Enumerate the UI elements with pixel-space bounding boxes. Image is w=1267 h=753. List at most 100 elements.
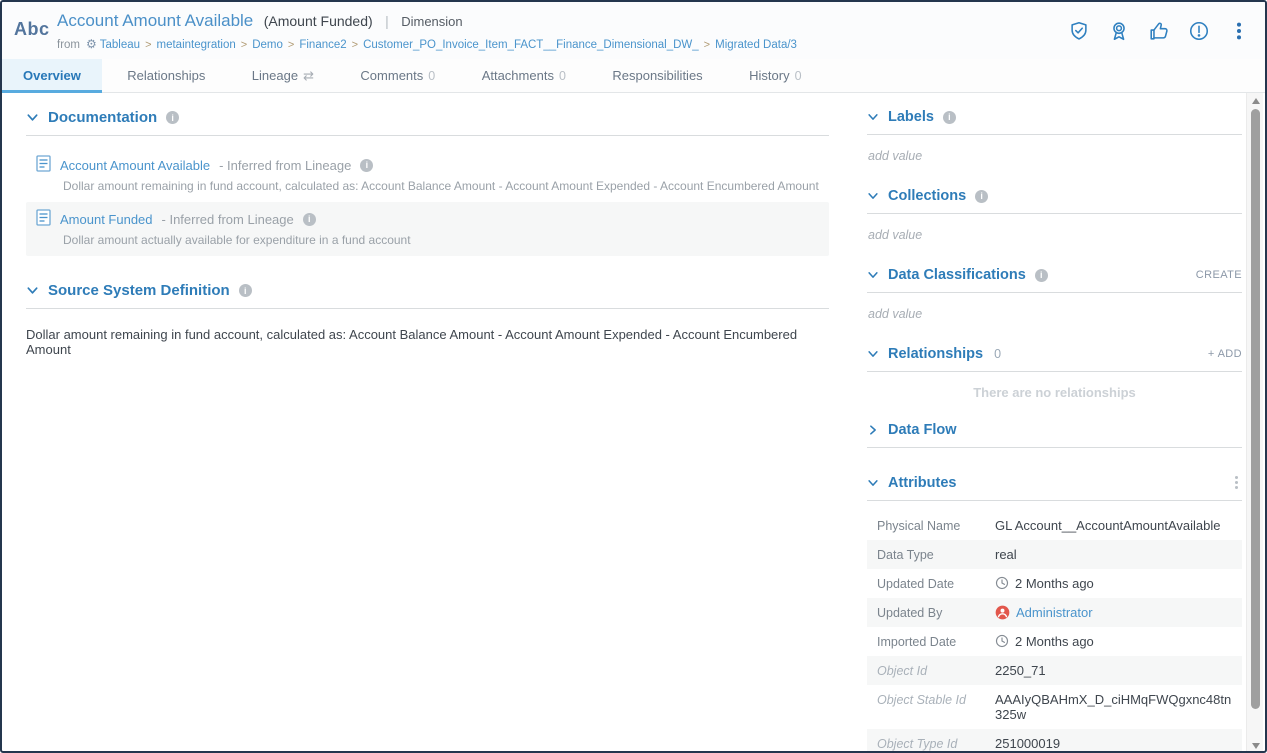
info-icon[interactable] xyxy=(239,284,252,297)
breadcrumb-item-demo[interactable]: Demo xyxy=(252,39,283,51)
add-relationship-button[interactable]: + ADD xyxy=(1208,348,1242,360)
tab-count: 0 xyxy=(559,69,566,83)
chevron-right-icon xyxy=(867,424,879,436)
table-row: Data Type real xyxy=(867,540,1242,569)
info-icon[interactable] xyxy=(360,159,373,172)
info-icon[interactable] xyxy=(303,213,316,226)
labels-title: Labels xyxy=(888,109,934,125)
tab-comments[interactable]: Comments0 xyxy=(339,59,456,93)
app-window: Abc Account Amount Available (Amount Fun… xyxy=(0,0,1267,753)
breadcrumb-separator: > xyxy=(145,39,151,51)
labels-section-header[interactable]: Labels xyxy=(867,109,1242,135)
updated-by-link[interactable]: Administrator xyxy=(1016,605,1093,620)
attributes-title: Attributes xyxy=(888,475,956,491)
tab-history[interactable]: History0 xyxy=(728,59,822,93)
tab-count: 0 xyxy=(795,69,802,83)
relationships-title: Relationships xyxy=(888,346,983,362)
attribute-label: Updated Date xyxy=(877,576,995,591)
tab-responsibilities[interactable]: Responsibilities xyxy=(591,59,723,93)
table-row: Object Stable Id AAAIyQBAHmX_D_ciHMqFWQg… xyxy=(867,685,1242,729)
table-row: Object Id 2250_71 xyxy=(867,656,1242,685)
attribute-value: 2250_71 xyxy=(995,663,1046,678)
attribute-value: 2 Months ago xyxy=(1015,576,1094,591)
attribute-label: Object Id xyxy=(877,663,995,678)
user-avatar-icon xyxy=(995,605,1010,620)
documentation-title: Documentation xyxy=(48,109,157,126)
data-classifications-add-value[interactable]: add value xyxy=(868,307,1242,321)
chevron-down-icon xyxy=(26,284,39,297)
tab-overview[interactable]: Overview xyxy=(2,59,102,93)
attribute-label: Imported Date xyxy=(877,634,995,649)
breadcrumb-item-migrated-data[interactable]: Migrated Data/3 xyxy=(715,39,797,51)
tab-bar: Overview Relationships Lineage⇄ Comments… xyxy=(2,59,1265,93)
chevron-down-icon xyxy=(867,269,879,281)
collections-add-value[interactable]: add value xyxy=(868,228,1242,242)
header: Abc Account Amount Available (Amount Fun… xyxy=(2,2,1265,59)
info-icon[interactable] xyxy=(943,111,956,124)
thumbs-up-icon[interactable] xyxy=(1147,19,1171,43)
attributes-section-header[interactable]: Attributes xyxy=(867,474,1242,501)
collections-title: Collections xyxy=(888,188,966,204)
breadcrumb-item-fact-table[interactable]: Customer_PO_Invoice_Item_FACT__Finance_D… xyxy=(363,39,699,51)
attributes-table: Physical Name GL Account__AccountAmountA… xyxy=(867,511,1242,753)
data-flow-section-header[interactable]: Data Flow xyxy=(867,422,1242,448)
attribute-label: Data Type xyxy=(877,547,995,562)
clock-icon xyxy=(995,576,1009,590)
breadcrumb: from⚙Tableau>metaintegration>Demo>Financ… xyxy=(57,37,797,51)
documentation-entry-origin: - Inferred from Lineage xyxy=(219,158,351,173)
tab-attachments[interactable]: Attachments0 xyxy=(461,59,587,93)
tab-relationships[interactable]: Relationships xyxy=(106,59,226,93)
breadcrumb-item-tableau[interactable]: Tableau xyxy=(100,39,140,51)
info-icon[interactable] xyxy=(1035,269,1048,282)
info-icon[interactable] xyxy=(166,111,179,124)
attribute-value: 2 Months ago xyxy=(1015,634,1094,649)
tab-lineage[interactable]: Lineage⇄ xyxy=(231,59,335,93)
more-menu-kebab-icon[interactable] xyxy=(1227,19,1251,43)
source-system-definition-header[interactable]: Source System Definition xyxy=(26,282,829,309)
chevron-down-icon xyxy=(867,348,879,360)
collections-section-header[interactable]: Collections xyxy=(867,188,1242,214)
relationships-count: 0 xyxy=(994,347,1001,361)
labels-add-value[interactable]: add value xyxy=(868,149,1242,163)
shield-check-icon[interactable] xyxy=(1067,19,1091,43)
certification-ribbon-icon[interactable] xyxy=(1107,19,1131,43)
documentation-entry-link[interactable]: Account Amount Available xyxy=(60,158,210,173)
title-row: Account Amount Available (Amount Funded)… xyxy=(57,11,797,31)
documentation-entry-description: Dollar amount actually available for exp… xyxy=(63,233,819,247)
data-classifications-section-header[interactable]: Data Classifications CREATE xyxy=(867,267,1242,293)
header-actions xyxy=(1067,19,1251,43)
scrollbar-up-arrow[interactable] xyxy=(1247,93,1264,108)
attribute-value: 251000019 xyxy=(995,736,1060,751)
chevron-down-icon xyxy=(26,111,39,124)
documentation-section-header[interactable]: Documentation xyxy=(26,109,829,136)
page-title: Account Amount Available xyxy=(57,11,253,30)
create-button[interactable]: CREATE xyxy=(1196,269,1242,281)
relationships-section-header[interactable]: Relationships 0 + ADD xyxy=(867,346,1242,372)
breadcrumb-item-finance2[interactable]: Finance2 xyxy=(299,39,346,51)
scrollbar-thumb[interactable] xyxy=(1251,109,1260,709)
attributes-menu-kebab-icon[interactable] xyxy=(1231,474,1242,491)
chevron-down-icon xyxy=(867,477,879,489)
issue-alert-icon[interactable] xyxy=(1187,19,1211,43)
documentation-entry: Account Amount Available - Inferred from… xyxy=(26,148,829,202)
attribute-label: Object Stable Id xyxy=(877,692,995,707)
attribute-label: Physical Name xyxy=(877,518,995,533)
vertical-scrollbar xyxy=(1246,93,1263,753)
table-row: Updated By Administrator xyxy=(867,598,1242,627)
source-system-definition-title: Source System Definition xyxy=(48,282,230,299)
main-content: Documentation Account Amount Available -… xyxy=(26,93,829,357)
info-icon[interactable] xyxy=(975,190,988,203)
model-gear-icon: ⚙ xyxy=(86,37,97,51)
scrollbar-down-arrow[interactable] xyxy=(1247,738,1264,753)
attribute-value: AAAIyQBAHmX_D_ciHMqFWQgxnc48tn325w xyxy=(995,692,1234,722)
tab-count: 0 xyxy=(428,69,435,83)
attribute-label: Updated By xyxy=(877,605,995,620)
side-panel: Labels add value Collections add value D… xyxy=(867,93,1242,753)
clock-icon xyxy=(995,634,1009,648)
documentation-entry-link[interactable]: Amount Funded xyxy=(60,212,153,227)
chevron-down-icon xyxy=(867,190,879,202)
table-row: Imported Date 2 Months ago xyxy=(867,627,1242,656)
attribute-value: real xyxy=(995,547,1017,562)
breadcrumb-item-metaintegration[interactable]: metaintegration xyxy=(157,39,236,51)
breadcrumb-prefix: from xyxy=(57,39,80,51)
